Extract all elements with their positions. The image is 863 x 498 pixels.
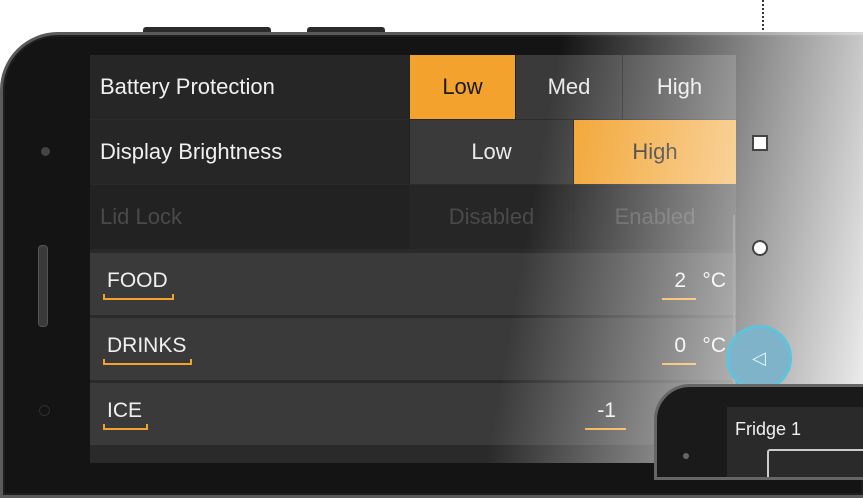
brightness-low-option[interactable]: Low [409,120,573,184]
lid-lock-disabled-option: Disabled [409,185,573,249]
marker-square [752,135,768,151]
battery-protection-row: Battery Protection Low Med High [90,55,736,119]
food-temperature-row: FOOD 2 °C [90,252,736,315]
drinks-temperature-unit: °C [702,334,726,357]
back-triangle-icon: ◁ [752,347,766,368]
second-device: Fridge 1 [654,384,863,480]
food-temperature-unit: °C [702,269,726,292]
second-device-title: Fridge 1 [735,419,802,439]
food-zone-label: FOOD [103,269,174,300]
battery-protection-label: Battery Protection [90,55,409,119]
drinks-temperature-input[interactable]: 0 [662,334,696,365]
front-camera [41,147,50,156]
ice-zone-label: ICE [103,399,149,430]
display-brightness-row: Display Brightness Low High [90,120,736,184]
second-device-box [767,449,863,477]
lid-lock-enabled-option: Enabled [573,185,736,249]
drinks-zone-label: DRINKS [103,334,193,365]
battery-high-option[interactable]: High [622,55,736,119]
sensor [39,405,50,416]
speaker-slot [38,245,48,327]
ice-temperature-row: ICE -1 [90,382,736,445]
ice-temperature-input[interactable]: -1 [585,399,626,430]
lid-lock-row: Lid Lock Disabled Enabled [90,185,736,249]
food-temperature-input[interactable]: 2 [662,269,696,300]
second-device-dot [683,453,689,459]
display-brightness-label: Display Brightness [90,120,409,184]
lid-lock-label: Lid Lock [90,185,409,249]
drinks-temperature-row: DRINKS 0 °C [90,317,736,380]
battery-med-option[interactable]: Med [515,55,622,119]
brightness-high-option[interactable]: High [573,120,736,184]
settings-screen: Battery Protection Low Med High Display … [90,55,736,463]
marker-circle [752,240,768,256]
battery-low-option[interactable]: Low [409,55,515,119]
back-button[interactable]: ◁ [726,325,792,391]
